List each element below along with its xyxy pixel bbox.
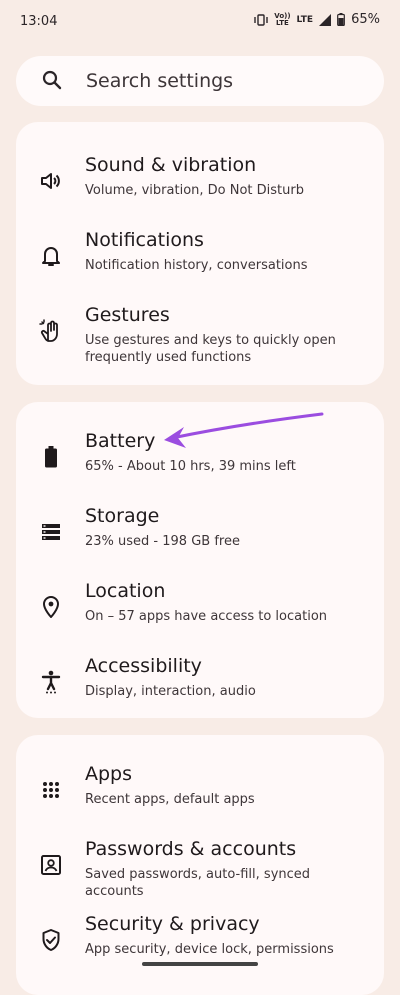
shield-check-icon: [38, 927, 64, 953]
sound-vibration-subtitle: Volume, vibration, Do Not Disturb: [85, 183, 304, 198]
accessibility-title: Accessibility: [85, 655, 202, 677]
apps-title: Apps: [85, 763, 133, 785]
security-privacy-subtitle: App security, device lock, permissions: [85, 942, 334, 957]
search-bar[interactable]: Search settings: [16, 56, 384, 106]
storage-title: Storage: [85, 505, 160, 527]
passwords-accounts-item[interactable]: Passwords & accounts Saved passwords, au…: [16, 830, 384, 902]
speaker-icon: [38, 168, 64, 194]
notifications-title: Notifications: [85, 229, 204, 251]
apps-subtitle: Recent apps, default apps: [85, 792, 255, 807]
sound-vibration-item[interactable]: Sound & vibration Volume, vibration, Do …: [16, 146, 384, 218]
battery-title: Battery: [85, 430, 156, 452]
settings-group-1: Sound & vibration Volume, vibration, Do …: [16, 122, 384, 385]
storage-icon: [38, 519, 64, 545]
security-privacy-title: Security & privacy: [85, 913, 260, 935]
volte-indicator: Vo)) LTE: [274, 12, 290, 27]
settings-group-3: Apps Recent apps, default apps Passwords…: [16, 735, 384, 995]
status-icons: Vo)) LTE LTE 65%: [254, 12, 380, 27]
accessibility-subtitle: Display, interaction, audio: [85, 684, 256, 699]
status-time: 13:04: [20, 14, 58, 29]
volte-bottom: LTE: [275, 18, 289, 27]
status-bar: 13:04 Vo)) LTE LTE 65%: [0, 0, 400, 44]
gestures-title: Gestures: [85, 304, 170, 326]
passwords-accounts-title: Passwords & accounts: [85, 838, 297, 860]
battery-percent: 65%: [351, 12, 380, 27]
gestures-subtitle: Use gestures and keys to quickly open fr…: [85, 333, 336, 365]
apps-grid-icon: [38, 777, 64, 803]
location-pin-icon: [38, 594, 64, 620]
passwords-accounts-subtitle: Saved passwords, auto-fill, synced accou…: [85, 867, 311, 899]
gestures-item[interactable]: Gestures Use gestures and keys to quickl…: [16, 296, 384, 376]
lte-indicator: LTE: [296, 14, 314, 25]
location-title: Location: [85, 580, 166, 602]
battery-status-icon: [337, 13, 345, 26]
gesture-nav-handle[interactable]: [142, 962, 258, 966]
battery-subtitle: 65% - About 10 hrs, 39 mins left: [85, 459, 296, 474]
location-item[interactable]: Location On – 57 apps have access to loc…: [16, 572, 384, 644]
vibrate-icon: [254, 13, 268, 26]
apps-item[interactable]: Apps Recent apps, default apps: [16, 755, 384, 827]
signal-icon: [319, 13, 332, 26]
battery-icon: [38, 444, 64, 470]
gesture-hand-icon: [38, 318, 64, 344]
security-privacy-item[interactable]: Security & privacy App security, device …: [16, 905, 384, 977]
bell-icon: [38, 243, 64, 269]
search-label: Search settings: [86, 70, 234, 92]
storage-subtitle: 23% used - 198 GB free: [85, 534, 240, 549]
sound-vibration-title: Sound & vibration: [85, 154, 257, 176]
storage-item[interactable]: Storage 23% used - 198 GB free: [16, 497, 384, 569]
notifications-item[interactable]: Notifications Notification history, conv…: [16, 221, 384, 293]
location-subtitle: On – 57 apps have access to location: [85, 609, 328, 624]
accessibility-icon: [38, 669, 64, 695]
notifications-subtitle: Notification history, conversations: [85, 258, 308, 273]
account-box-icon: [38, 852, 64, 878]
accessibility-item[interactable]: Accessibility Display, interaction, audi…: [16, 647, 384, 719]
search-icon: [42, 70, 62, 90]
annotation-arrow-icon: [164, 412, 324, 448]
